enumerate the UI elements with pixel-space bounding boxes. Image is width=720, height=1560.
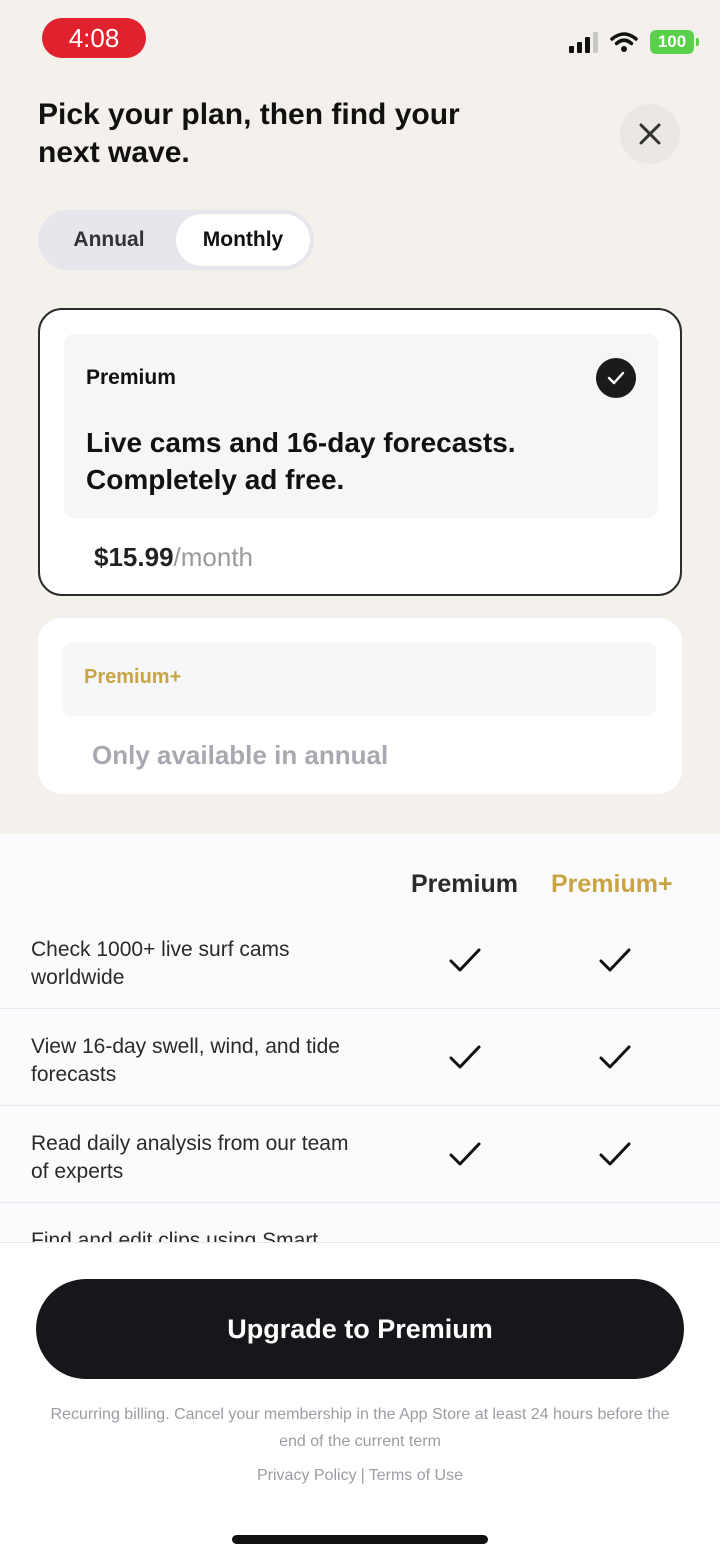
check-icon [599, 948, 631, 972]
wifi-icon [610, 32, 638, 52]
table-row: Read daily analysis from our team of exp… [0, 1106, 720, 1203]
check-icon [599, 1142, 631, 1166]
plan-details: Premium Live cams and 16-day forecasts. … [64, 334, 658, 518]
column-header-premium-plus: Premium+ [551, 870, 673, 898]
plan-price: $15.99/month [94, 542, 253, 573]
price-amount: $15.99 [94, 542, 174, 572]
column-header-premium: Premium [411, 870, 518, 898]
plan-name: Premium [86, 366, 176, 389]
status-bar: 4:08 100 [0, 0, 720, 80]
check-icon [449, 1045, 481, 1069]
selected-check-icon [596, 358, 636, 398]
table-row: View 16-day swell, wind, and tide foreca… [0, 1009, 720, 1106]
terms-of-use-link[interactable]: Terms of Use [369, 1467, 463, 1484]
feature-label: View 16-day swell, wind, and tide foreca… [31, 1035, 340, 1086]
feature-label: Read daily analysis from our team of exp… [31, 1132, 349, 1183]
feature-label: Check 1000+ live surf cams worldwide [31, 938, 290, 989]
status-time: 4:08 [42, 18, 146, 58]
bottom-panel: Upgrade to Premium Recurring billing. Ca… [0, 1242, 720, 1560]
comparison-header: Premium Premium+ [0, 870, 720, 904]
close-icon [639, 123, 661, 145]
toggle-monthly[interactable]: Monthly [176, 214, 310, 266]
upgrade-button[interactable]: Upgrade to Premium [36, 1279, 684, 1379]
check-icon [449, 948, 481, 972]
cellular-signal-icon [569, 31, 598, 53]
home-indicator[interactable] [232, 1535, 488, 1544]
status-icons: 100 [569, 30, 699, 54]
table-row: Find and edit clips using Smart [0, 1203, 720, 1244]
plan-availability-note: Only available in annual [92, 740, 389, 770]
feature-comparison-table: Premium Premium+ Check 1000+ live surf c… [0, 834, 720, 1244]
plan-description: Live cams and 16-day forecasts. Complete… [86, 427, 516, 495]
check-icon [599, 1045, 631, 1069]
plan-card-premium-plus[interactable]: Premium+ Only available in annual [38, 618, 682, 794]
privacy-policy-link[interactable]: Privacy Policy [257, 1467, 357, 1484]
billing-toggle: Annual Monthly [38, 210, 314, 270]
price-period: /month [173, 542, 254, 572]
toggle-annual[interactable]: Annual [42, 214, 176, 266]
check-icon [449, 1142, 481, 1166]
battery-icon: 100 [650, 30, 699, 54]
close-button[interactable] [620, 104, 680, 164]
plan-card-premium[interactable]: Premium Live cams and 16-day forecasts. … [38, 308, 682, 596]
link-separator: | [360, 1467, 365, 1484]
page-title: Pick your plan, then find your next wave… [38, 98, 460, 169]
billing-disclaimer: Recurring billing. Cancel your membershi… [50, 1406, 670, 1450]
plan-details: Premium+ [62, 642, 656, 716]
table-row: Check 1000+ live surf cams worldwide [0, 912, 720, 1009]
legal-links: Privacy Policy | Terms of Use [0, 1467, 720, 1485]
plan-name: Premium+ [84, 666, 182, 688]
